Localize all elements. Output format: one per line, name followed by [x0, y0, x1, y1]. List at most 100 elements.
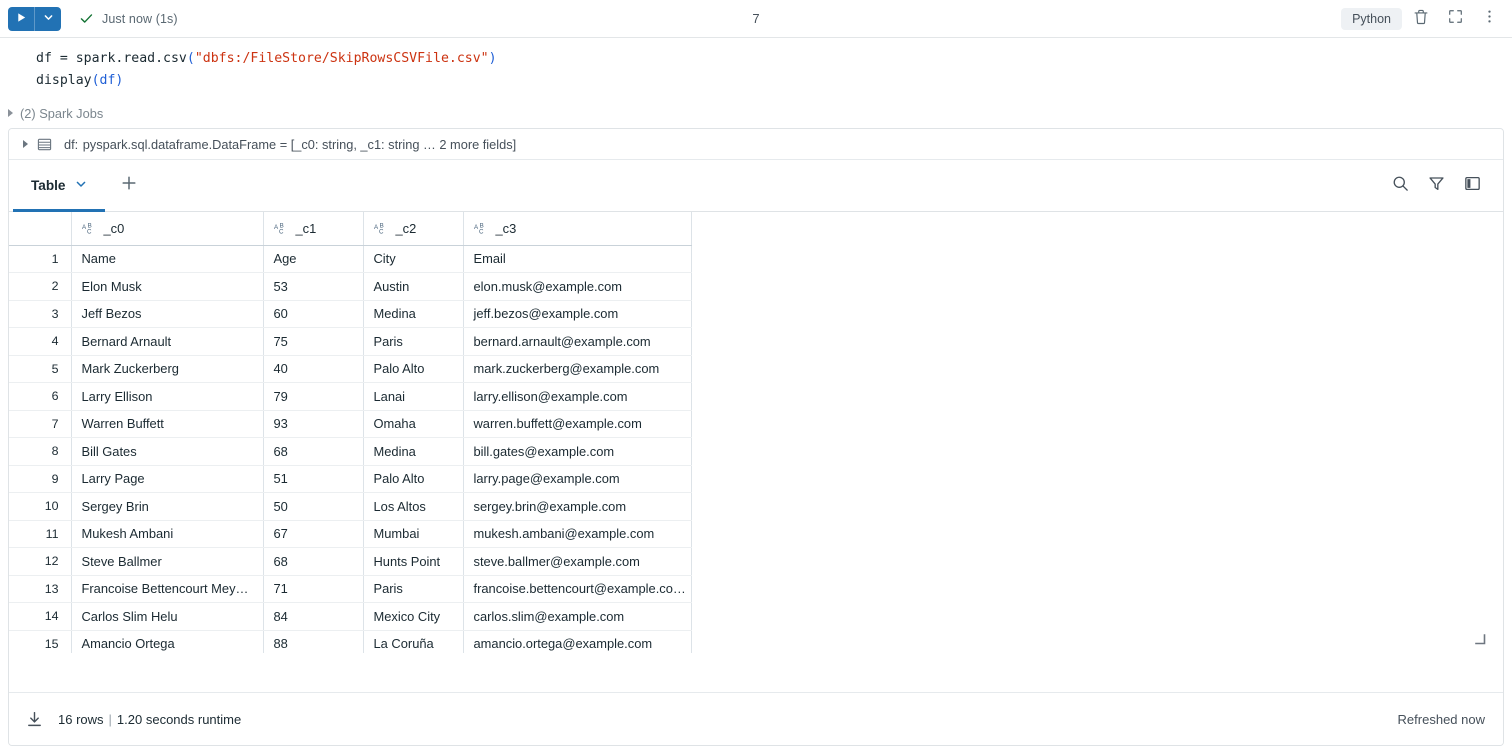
table-cell-c0[interactable]: Bill Gates — [71, 438, 263, 466]
table-row[interactable]: 5Mark Zuckerberg40Palo Altomark.zuckerbe… — [9, 355, 691, 383]
language-badge[interactable]: Python — [1341, 8, 1402, 30]
table-cell-c2[interactable]: Lanai — [363, 383, 463, 411]
table-cell-c2[interactable]: Palo Alto — [363, 465, 463, 493]
delete-cell-button[interactable] — [1406, 4, 1436, 34]
table-row[interactable]: 14Carlos Slim Helu84Mexico Citycarlos.sl… — [9, 603, 691, 631]
table-cell-c0[interactable]: Steve Ballmer — [71, 548, 263, 576]
table-cell-c2[interactable]: Paris — [363, 575, 463, 603]
table-cell-c2[interactable]: Mumbai — [363, 520, 463, 548]
run-cell-button-group[interactable] — [8, 7, 61, 31]
table-cell-c3[interactable]: amancio.ortega@example.com — [463, 630, 691, 653]
table-cell-c2[interactable]: Paris — [363, 328, 463, 356]
dataframe-schema-row[interactable]: df: pyspark.sql.dataframe.DataFrame = [_… — [9, 129, 1503, 160]
column-header-c1[interactable]: A B C _c1 — [263, 212, 363, 245]
table-cell-c3[interactable]: steve.ballmer@example.com — [463, 548, 691, 576]
table-row[interactable]: 7Warren Buffett93Omahawarren.buffett@exa… — [9, 410, 691, 438]
table-cell-c0[interactable]: Mark Zuckerberg — [71, 355, 263, 383]
column-header-c2[interactable]: A B C _c2 — [363, 212, 463, 245]
table-cell-c2[interactable]: Medina — [363, 300, 463, 328]
table-cell-c3[interactable]: warren.buffett@example.com — [463, 410, 691, 438]
table-cell-c0[interactable]: Bernard Arnault — [71, 328, 263, 356]
table-cell-c2[interactable]: Hunts Point — [363, 548, 463, 576]
table-row[interactable]: 13Francoise Bettencourt Mey…71Parisfranc… — [9, 575, 691, 603]
table-cell-c3[interactable]: sergey.brin@example.com — [463, 493, 691, 521]
table-cell-c2[interactable]: La Coruña — [363, 630, 463, 653]
table-cell-c1[interactable]: 84 — [263, 603, 363, 631]
panel-toggle-button[interactable] — [1457, 171, 1487, 201]
table-cell-c0[interactable]: Francoise Bettencourt Mey… — [71, 575, 263, 603]
table-cell-c3[interactable]: larry.ellison@example.com — [463, 383, 691, 411]
table-cell-c3[interactable]: carlos.slim@example.com — [463, 603, 691, 631]
table-row[interactable]: 9Larry Page51Palo Altolarry.page@example… — [9, 465, 691, 493]
table-cell-c0[interactable]: Name — [71, 245, 263, 273]
run-cell-button[interactable] — [8, 7, 34, 31]
table-cell-c2[interactable]: Mexico City — [363, 603, 463, 631]
table-cell-c2[interactable]: City — [363, 245, 463, 273]
download-icon[interactable] — [25, 710, 44, 729]
row-number: 14 — [9, 603, 71, 631]
table-cell-c3[interactable]: bill.gates@example.com — [463, 438, 691, 466]
table-cell-c3[interactable]: elon.musk@example.com — [463, 273, 691, 301]
chevron-down-icon[interactable] — [75, 177, 87, 195]
fullscreen-button[interactable] — [1440, 4, 1470, 34]
table-cell-c1[interactable]: 40 — [263, 355, 363, 383]
table-row[interactable]: 1NameAgeCityEmail — [9, 245, 691, 273]
tab-table[interactable]: Table — [13, 160, 105, 211]
filter-button[interactable] — [1421, 171, 1451, 201]
table-cell-c1[interactable]: 60 — [263, 300, 363, 328]
table-cell-c1[interactable]: 88 — [263, 630, 363, 653]
search-button[interactable] — [1385, 171, 1415, 201]
table-cell-c3[interactable]: bernard.arnault@example.com — [463, 328, 691, 356]
triangle-right-icon[interactable] — [23, 140, 28, 148]
table-cell-c1[interactable]: 68 — [263, 548, 363, 576]
table-row[interactable]: 11Mukesh Ambani67Mumbaimukesh.ambani@exa… — [9, 520, 691, 548]
table-cell-c1[interactable]: 71 — [263, 575, 363, 603]
table-cell-c1[interactable]: 68 — [263, 438, 363, 466]
resize-corner-icon[interactable] — [1475, 633, 1487, 645]
table-cell-c1[interactable]: 93 — [263, 410, 363, 438]
spark-jobs-expander[interactable]: (2) Spark Jobs — [0, 100, 1512, 126]
table-cell-c3[interactable]: mukesh.ambani@example.com — [463, 520, 691, 548]
run-options-dropdown[interactable] — [35, 7, 61, 31]
table-cell-c3[interactable]: francoise.bettencourt@example.co… — [463, 575, 691, 603]
table-cell-c0[interactable]: Larry Ellison — [71, 383, 263, 411]
table-cell-c1[interactable]: 53 — [263, 273, 363, 301]
more-options-button[interactable] — [1474, 4, 1504, 34]
column-header-c0[interactable]: A B C _c0 — [71, 212, 263, 245]
table-cell-c1[interactable]: Age — [263, 245, 363, 273]
table-cell-c3[interactable]: larry.page@example.com — [463, 465, 691, 493]
table-cell-c2[interactable]: Palo Alto — [363, 355, 463, 383]
table-cell-c1[interactable]: 67 — [263, 520, 363, 548]
table-cell-c0[interactable]: Amancio Ortega — [71, 630, 263, 653]
table-cell-c2[interactable]: Medina — [363, 438, 463, 466]
table-cell-c0[interactable]: Larry Page — [71, 465, 263, 493]
table-row[interactable]: 6Larry Ellison79Lanailarry.ellison@examp… — [9, 383, 691, 411]
table-cell-c1[interactable]: 75 — [263, 328, 363, 356]
table-cell-c1[interactable]: 79 — [263, 383, 363, 411]
table-cell-c0[interactable]: Carlos Slim Helu — [71, 603, 263, 631]
table-cell-c1[interactable]: 50 — [263, 493, 363, 521]
add-visualization-button[interactable] — [105, 160, 153, 211]
table-cell-c3[interactable]: mark.zuckerberg@example.com — [463, 355, 691, 383]
code-editor[interactable]: df = spark.read.csv("dbfs:/FileStore/Ski… — [0, 38, 1512, 96]
table-row[interactable]: 15Amancio Ortega88La Coruñaamancio.orteg… — [9, 630, 691, 653]
table-row[interactable]: 12Steve Ballmer68Hunts Pointsteve.ballme… — [9, 548, 691, 576]
table-row[interactable]: 4Bernard Arnault75Parisbernard.arnault@e… — [9, 328, 691, 356]
table-cell-c0[interactable]: Warren Buffett — [71, 410, 263, 438]
table-cell-c1[interactable]: 51 — [263, 465, 363, 493]
table-cell-c2[interactable]: Los Altos — [363, 493, 463, 521]
table-cell-c0[interactable]: Elon Musk — [71, 273, 263, 301]
table-cell-c0[interactable]: Sergey Brin — [71, 493, 263, 521]
table-cell-c3[interactable]: jeff.bezos@example.com — [463, 300, 691, 328]
table-cell-c3[interactable]: Email — [463, 245, 691, 273]
table-cell-c0[interactable]: Mukesh Ambani — [71, 520, 263, 548]
column-header-c3[interactable]: A B C _c3 — [463, 212, 691, 245]
table-cell-c0[interactable]: Jeff Bezos — [71, 300, 263, 328]
table-cell-c2[interactable]: Omaha — [363, 410, 463, 438]
table-row[interactable]: 10Sergey Brin50Los Altossergey.brin@exam… — [9, 493, 691, 521]
table-row[interactable]: 3Jeff Bezos60Medinajeff.bezos@example.co… — [9, 300, 691, 328]
results-table-container[interactable]: A B C _c0 — [9, 212, 1503, 653]
table-row[interactable]: 8Bill Gates68Medinabill.gates@example.co… — [9, 438, 691, 466]
table-row[interactable]: 2Elon Musk53Austinelon.musk@example.com — [9, 273, 691, 301]
table-cell-c2[interactable]: Austin — [363, 273, 463, 301]
